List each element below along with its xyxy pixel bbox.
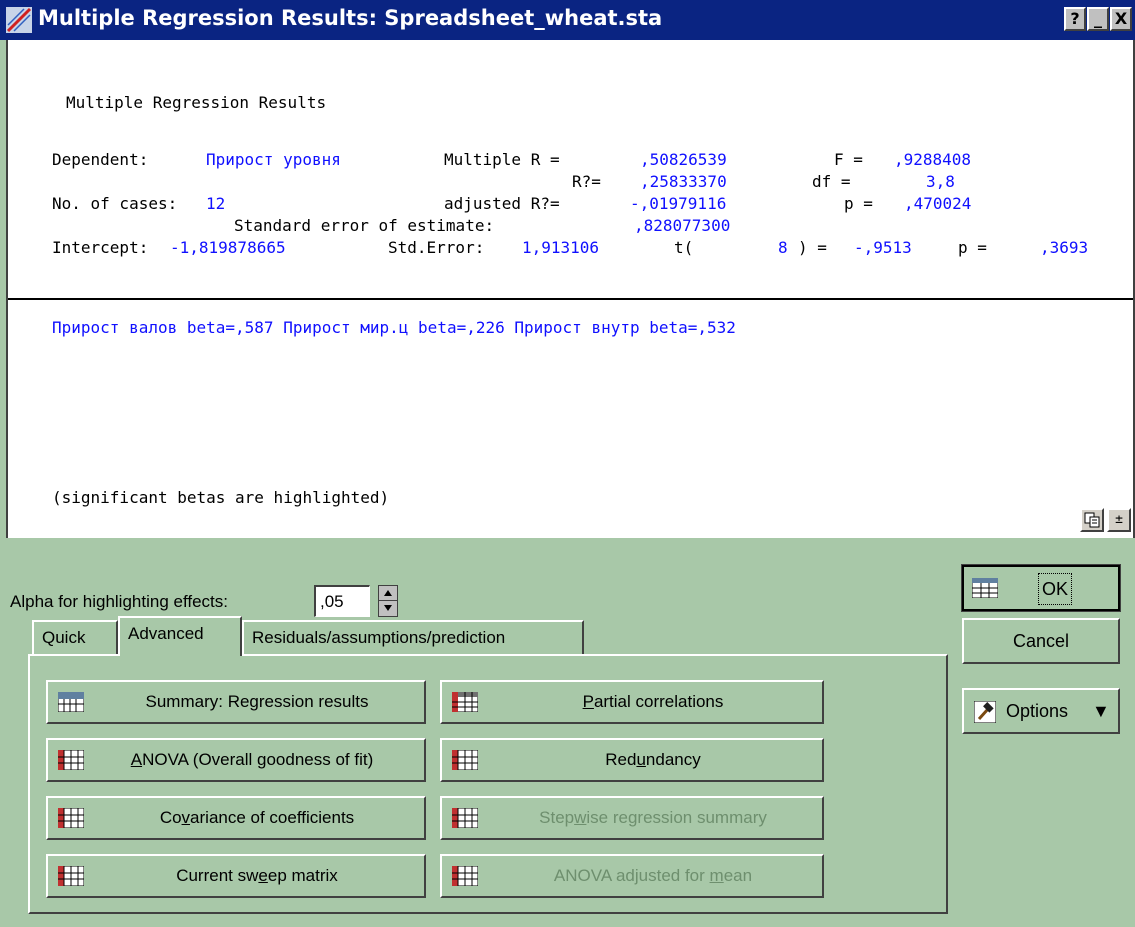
spreadsheet-grid-icon bbox=[452, 808, 478, 828]
t-value: -,9513 bbox=[854, 238, 912, 257]
spin-down-icon[interactable] bbox=[379, 601, 397, 616]
expand-icon: ± bbox=[1115, 512, 1123, 527]
summary-spreadsheet-icon bbox=[58, 692, 84, 712]
std-error-value: 1,913106 bbox=[522, 238, 600, 257]
options-button[interactable]: Options ▼ bbox=[962, 688, 1120, 734]
help-button[interactable]: ? bbox=[1064, 7, 1086, 31]
report-divider bbox=[8, 298, 1133, 300]
intercept-value: -1,819878665 bbox=[170, 238, 286, 257]
p2-label: p = bbox=[958, 238, 987, 257]
ok-button-label: OK bbox=[1038, 573, 1073, 605]
dependent-label: Dependent: bbox=[52, 150, 149, 169]
df-label: df = bbox=[812, 172, 851, 191]
window-title: Multiple Regression Results: Spreadsheet… bbox=[38, 6, 663, 30]
t-df-value: 8 bbox=[778, 238, 788, 257]
hammer-icon bbox=[974, 701, 996, 723]
tab-quick[interactable]: Quick bbox=[32, 620, 118, 654]
sweep-matrix-button-label: Current sweep matrix bbox=[176, 866, 338, 885]
spreadsheet-grid-icon bbox=[452, 866, 478, 886]
p-label: p = bbox=[844, 194, 873, 213]
copy-button[interactable] bbox=[1080, 508, 1104, 532]
spreadsheet-grid-icon bbox=[452, 692, 478, 712]
redundancy-button[interactable]: Redundancy bbox=[440, 738, 824, 782]
spreadsheet-grid-icon bbox=[58, 808, 84, 828]
spreadsheet-icon bbox=[972, 578, 998, 598]
covariance-button[interactable]: Covariance of coefficients bbox=[46, 796, 426, 840]
covariance-button-label: Covariance of coefficients bbox=[159, 808, 355, 827]
cancel-button[interactable]: Cancel bbox=[962, 618, 1120, 664]
summary-button-label: Summary: Regression results bbox=[145, 692, 369, 711]
anova-adjusted-mean-button-label: ANOVA adjusted for mean bbox=[553, 866, 753, 885]
sweep-matrix-button[interactable]: Current sweep matrix bbox=[46, 854, 426, 898]
adjusted-r2-value: -,01979116 bbox=[630, 194, 727, 213]
alpha-input[interactable] bbox=[314, 585, 370, 617]
copy-icon bbox=[1084, 512, 1100, 528]
anova-adjusted-mean-button[interactable]: ANOVA adjusted for mean bbox=[440, 854, 824, 898]
p-value: ,470024 bbox=[904, 194, 972, 213]
dependent-value: Прирост уровня bbox=[206, 150, 341, 169]
cases-label: No. of cases: bbox=[52, 194, 178, 213]
adjusted-r2-label: adjusted R?= bbox=[444, 194, 560, 213]
f-label: F = bbox=[834, 150, 863, 169]
r2-value: ,25833370 bbox=[640, 172, 727, 191]
tab-advanced[interactable]: Advanced bbox=[118, 616, 242, 656]
stepwise-summary-button[interactable]: Stepwise regression summary bbox=[440, 796, 824, 840]
significance-footnote: (significant betas are highlighted) bbox=[52, 488, 390, 507]
df-value: 3,8 bbox=[926, 172, 955, 191]
tab-residuals[interactable]: Residuals/assumptions/prediction bbox=[242, 620, 584, 654]
betas-line: Прирост валов beta=,587 Прирост мир.ц be… bbox=[52, 318, 736, 337]
t-equals: ) = bbox=[798, 238, 827, 257]
report-heading: Multiple Regression Results bbox=[66, 93, 327, 112]
alpha-label: Alpha for highlighting effects: bbox=[10, 592, 228, 611]
std-error-estimate-value: ,828077300 bbox=[634, 216, 731, 235]
options-button-label: Options bbox=[1006, 701, 1069, 721]
std-error-estimate-label: Standard error of estimate: bbox=[234, 216, 495, 235]
spreadsheet-grid-icon bbox=[58, 866, 84, 886]
results-text-pane[interactable]: Multiple Regression Results Dependent: П… bbox=[6, 40, 1135, 538]
partial-correlations-button[interactable]: Partial correlations bbox=[440, 680, 824, 724]
dropdown-arrow-icon: ▼ bbox=[1092, 701, 1110, 721]
minimize-button[interactable]: _ bbox=[1087, 7, 1109, 31]
anova-button-label: ANOVA (Overall goodness of fit) bbox=[130, 750, 374, 769]
std-error-label: Std.Error: bbox=[388, 238, 485, 257]
spin-up-icon[interactable] bbox=[379, 586, 397, 601]
expand-button[interactable]: ± bbox=[1107, 508, 1131, 532]
r2-label: R?= bbox=[572, 172, 601, 191]
redundancy-button-label: Redundancy bbox=[605, 750, 701, 769]
multiple-r-label: Multiple R = bbox=[444, 150, 560, 169]
anova-button[interactable]: ANOVA (Overall goodness of fit) bbox=[46, 738, 426, 782]
p2-value: ,3693 bbox=[1040, 238, 1089, 257]
f-value: ,9288408 bbox=[894, 150, 972, 169]
intercept-label: Intercept: bbox=[52, 238, 149, 257]
stepwise-summary-button-label: Stepwise regression summary bbox=[539, 808, 767, 827]
alpha-spinner[interactable] bbox=[378, 585, 398, 617]
title-bar: Multiple Regression Results: Spreadsheet… bbox=[0, 0, 1135, 40]
cases-value: 12 bbox=[206, 194, 226, 213]
summary-button[interactable]: Summary: Regression results bbox=[46, 680, 426, 724]
multiple-r-value: ,50826539 bbox=[640, 150, 727, 169]
cancel-button-label: Cancel bbox=[1012, 631, 1070, 651]
t-label: t( bbox=[674, 238, 694, 257]
ok-button[interactable]: OK bbox=[961, 564, 1121, 612]
spreadsheet-grid-icon bbox=[58, 750, 84, 770]
spreadsheet-grid-icon bbox=[452, 750, 478, 770]
close-button[interactable]: X bbox=[1110, 7, 1132, 31]
scatter-plot-icon bbox=[6, 7, 32, 33]
partial-correlations-button-label: Partial correlations bbox=[582, 692, 724, 711]
